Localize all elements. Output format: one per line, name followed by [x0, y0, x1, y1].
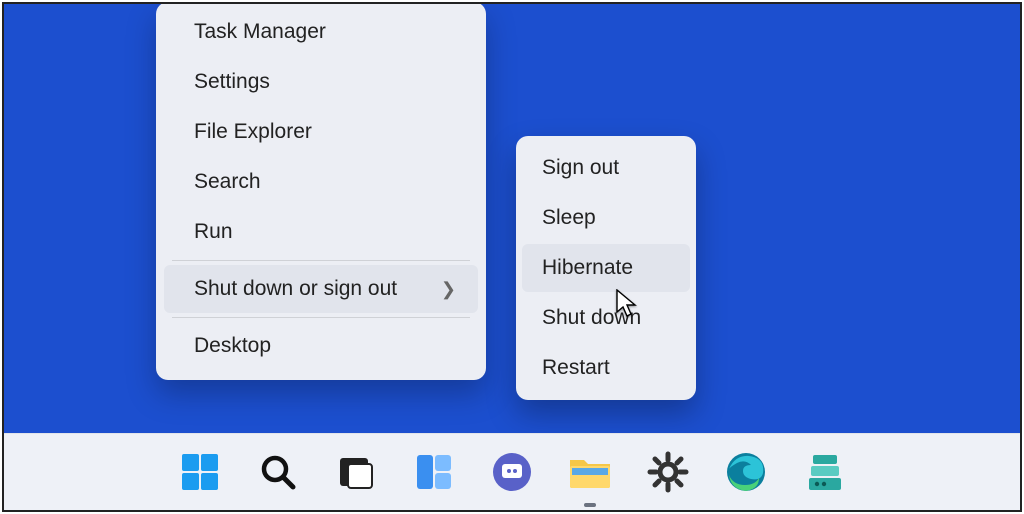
submenu-item-sign-out[interactable]: Sign out	[522, 144, 690, 192]
taskbar-widgets-button[interactable]	[405, 443, 463, 501]
menu-separator	[172, 260, 470, 261]
taskbar-search-button[interactable]	[249, 443, 307, 501]
shutdown-submenu: Sign out Sleep Hibernate Shut down Resta…	[516, 136, 696, 400]
taskbar-start-button[interactable]	[171, 443, 229, 501]
menu-item-shutdown-signout[interactable]: Shut down or sign out ❯	[164, 265, 478, 313]
menu-item-run[interactable]: Run	[164, 208, 478, 256]
server-icon	[803, 451, 845, 493]
gear-icon	[647, 451, 689, 493]
menu-item-label: File Explorer	[194, 120, 312, 144]
menu-item-label: Sign out	[542, 156, 619, 180]
menu-item-label: Restart	[542, 356, 610, 380]
widgets-icon	[414, 452, 454, 492]
submenu-item-restart[interactable]: Restart	[522, 344, 690, 392]
taskbar	[4, 433, 1020, 510]
submenu-item-hibernate[interactable]: Hibernate	[522, 244, 690, 292]
taskbar-settings-button[interactable]	[639, 443, 697, 501]
menu-item-label: Shut down or sign out	[194, 277, 397, 301]
screenshot-frame: Task Manager Settings File Explorer Sear…	[2, 2, 1022, 512]
search-icon	[258, 452, 298, 492]
menu-item-label: Run	[194, 220, 233, 244]
edge-icon	[725, 451, 767, 493]
menu-item-desktop[interactable]: Desktop	[164, 322, 478, 370]
menu-separator	[172, 317, 470, 318]
task-view-icon	[336, 452, 376, 492]
taskbar-edge-button[interactable]	[717, 443, 775, 501]
menu-item-task-manager[interactable]: Task Manager	[164, 8, 478, 56]
taskbar-file-explorer-button[interactable]	[561, 443, 619, 501]
submenu-item-sleep[interactable]: Sleep	[522, 194, 690, 242]
submenu-item-shut-down[interactable]: Shut down	[522, 294, 690, 342]
taskbar-server-manager-button[interactable]	[795, 443, 853, 501]
menu-item-search[interactable]: Search	[164, 158, 478, 206]
menu-item-label: Task Manager	[194, 20, 326, 44]
menu-item-label: Search	[194, 170, 261, 194]
menu-item-file-explorer[interactable]: File Explorer	[164, 108, 478, 156]
start-icon	[180, 452, 220, 492]
power-user-menu: Task Manager Settings File Explorer Sear…	[156, 2, 486, 380]
menu-item-label: Sleep	[542, 206, 596, 230]
menu-item-settings[interactable]: Settings	[164, 58, 478, 106]
menu-item-label: Settings	[194, 70, 270, 94]
chevron-right-icon: ❯	[441, 279, 456, 300]
folder-icon	[568, 452, 612, 492]
menu-item-label: Desktop	[194, 334, 271, 358]
menu-item-label: Hibernate	[542, 256, 633, 280]
menu-item-label: Shut down	[542, 306, 641, 330]
chat-icon	[491, 451, 533, 493]
taskbar-task-view-button[interactable]	[327, 443, 385, 501]
taskbar-chat-button[interactable]	[483, 443, 541, 501]
